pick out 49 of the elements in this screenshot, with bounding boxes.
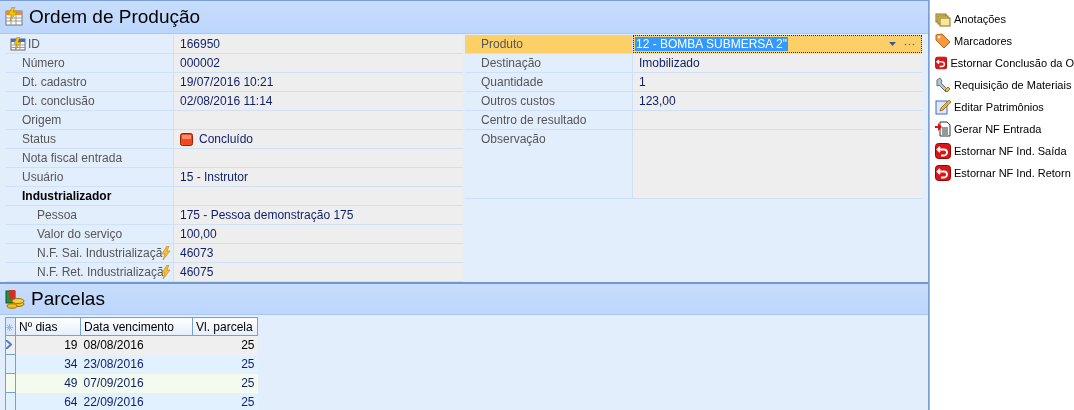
calendar-icon	[10, 37, 26, 51]
ellipsis-icon[interactable]	[904, 42, 915, 46]
column-header[interactable]: Nº dias	[15, 317, 81, 336]
status-text: Concluído	[199, 132, 254, 146]
field-value: 123,00	[633, 92, 922, 110]
document-icon	[935, 121, 951, 137]
action-link[interactable]: Editar Patrimônios	[935, 99, 1074, 115]
column-header[interactable]: Data vencimento	[80, 317, 193, 336]
row-indicator[interactable]	[5, 392, 16, 410]
action-link[interactable]: Estornar NF Ind. Saída	[935, 143, 1074, 159]
action-link[interactable]: Marcadores	[935, 33, 1074, 49]
asterisk-icon	[6, 323, 13, 331]
field-value: 166950	[174, 35, 463, 53]
field-label: Produto	[465, 35, 633, 53]
field-value: 100,00	[174, 225, 463, 243]
wrench-icon	[935, 77, 951, 93]
field-value: 175 - Pessoa demonstração 175	[174, 206, 463, 224]
panel-title: Ordem de Produção	[29, 6, 201, 28]
tag-icon	[935, 33, 951, 49]
field-value: 19/07/2016 10:21	[174, 73, 463, 91]
field-value: 15 - Instrutor	[174, 168, 463, 186]
column-header[interactable]: Vl. parcela	[192, 317, 258, 336]
row-indicator[interactable]	[5, 354, 16, 374]
undo-icon	[935, 143, 951, 159]
field-value: 02/08/2016 11:14	[174, 92, 463, 110]
field-value: 46075	[174, 263, 463, 281]
field-label: ID	[28, 37, 40, 51]
row-indicator[interactable]	[5, 373, 16, 393]
current-row-icon	[6, 340, 12, 349]
lightning-icon	[161, 246, 171, 260]
action-link[interactable]: Estornar Conclusão da O	[935, 55, 1074, 71]
folders-icon	[935, 11, 951, 27]
action-link[interactable]: Gerar NF Entrada	[935, 121, 1074, 137]
field-value: Imobilizado	[633, 54, 922, 72]
dropdown-arrow-icon[interactable]	[889, 42, 896, 46]
field-value: 1	[633, 73, 922, 91]
panel-title: Parcelas	[31, 288, 105, 310]
status-icon	[180, 132, 193, 146]
undo-icon	[935, 165, 951, 181]
calendar-icon	[4, 7, 24, 27]
action-link[interactable]: Anotações	[935, 11, 1074, 27]
field-value: 46073	[174, 244, 463, 262]
coins-icon	[4, 289, 26, 309]
action-link[interactable]: Estornar NF Ind. Retorn	[935, 165, 1074, 181]
edit-icon	[935, 99, 951, 115]
row-indicator[interactable]	[5, 335, 16, 355]
action-link[interactable]: Requisição de Materiais	[935, 77, 1074, 93]
undo-icon	[935, 55, 948, 71]
field-value: 000002	[174, 54, 463, 72]
